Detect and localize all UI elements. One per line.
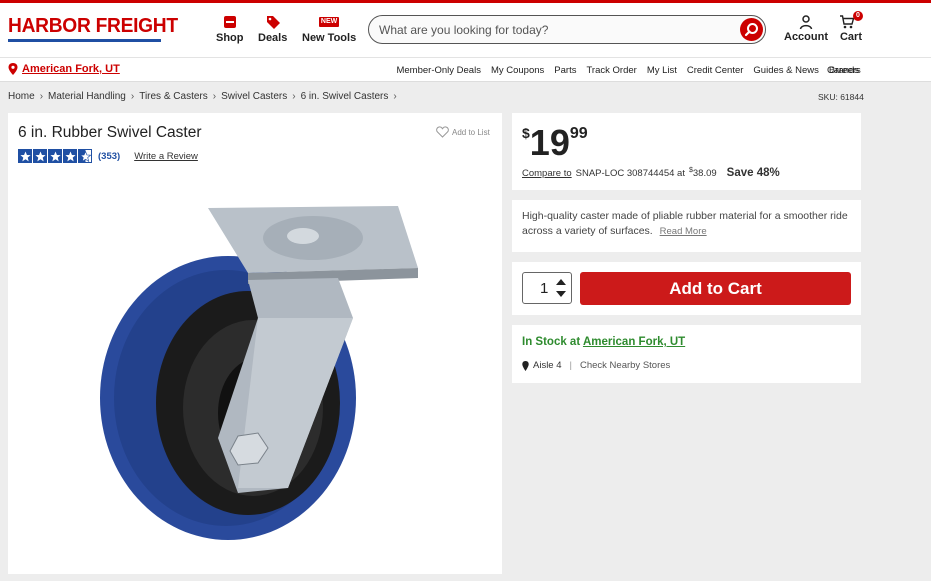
breadcrumb-home[interactable]: Home (8, 91, 35, 102)
search-bar[interactable]: What are you looking for today? (368, 15, 766, 44)
price-cents: 99 (569, 125, 588, 142)
price-currency: $ (522, 125, 530, 141)
account-icon (799, 15, 813, 30)
star-icon (48, 149, 62, 163)
stock-store-link[interactable]: American Fork, UT (583, 336, 685, 348)
compare-price: $38.09 (689, 167, 717, 179)
link-member-only-deals[interactable]: Member-Only Deals (396, 65, 480, 76)
location-pin-icon (522, 360, 529, 371)
star-icon (18, 149, 32, 163)
breadcrumb-tires-casters[interactable]: Tires & Casters (139, 91, 208, 102)
rating-count[interactable]: (353) (98, 151, 120, 162)
deals-button[interactable]: Deals (258, 14, 287, 44)
logo-underline (8, 39, 161, 42)
cart-count-badge: 0 (853, 11, 863, 21)
logo-text: HARBOR FREIGHT (8, 15, 178, 37)
search-button[interactable] (740, 18, 763, 41)
price-box: $1999 Compare to SNAP-LOC 308744454 at $… (512, 113, 861, 190)
site-header: HARBOR FREIGHT Shop Deals NEW New Tools … (0, 3, 931, 57)
product-card: 6 in. Rubber Swivel Caster Add to List (… (8, 113, 502, 574)
breadcrumb-material-handling[interactable]: Material Handling (48, 91, 126, 102)
breadcrumb-6in-swivel-casters[interactable]: 6 in. Swivel Casters (301, 91, 389, 102)
purchase-box: 1 Add to Cart (512, 262, 861, 315)
save-percentage: Save 48% (726, 167, 780, 180)
quantity-stepper[interactable]: 1 (522, 272, 572, 304)
write-review-link[interactable]: Write a Review (134, 151, 198, 162)
cart-label: Cart (839, 31, 862, 43)
store-name: American Fork, UT (22, 63, 120, 75)
shop-icon (223, 16, 236, 28)
shop-label: Shop (216, 32, 244, 44)
add-to-list-label: Add to List (452, 127, 490, 137)
add-to-cart-button[interactable]: Add to Cart (580, 272, 851, 305)
add-to-list-button[interactable]: Add to List (436, 126, 490, 138)
product-title: 6 in. Rubber Swivel Caster (18, 124, 202, 141)
sub-navigation: American Fork, UT Member-Only Deals My C… (0, 57, 931, 82)
chevron-right-icon: › (393, 91, 397, 102)
heart-icon (436, 126, 449, 138)
aisle-label: Aisle 4 (533, 360, 562, 371)
logo[interactable]: HARBOR FREIGHT (8, 15, 178, 42)
stock-status: In Stock at American Fork, UT (522, 336, 685, 348)
search-input[interactable]: What are you looking for today? (379, 23, 548, 37)
account-button[interactable]: Account (784, 14, 828, 43)
link-parts[interactable]: Parts (554, 65, 576, 76)
link-credit-center[interactable]: Credit Center (687, 65, 744, 76)
star-rating[interactable] (18, 149, 92, 163)
stock-box: In Stock at American Fork, UT Aisle 4 | … (512, 325, 861, 383)
new-tools-label: New Tools (302, 32, 357, 44)
my-store-link[interactable]: American Fork, UT (8, 63, 120, 75)
deals-label: Deals (258, 32, 288, 44)
account-label: Account (784, 31, 828, 43)
link-my-list[interactable]: My List (647, 65, 677, 76)
chevron-right-icon: › (212, 91, 217, 102)
compare-text: SNAP-LOC 308744454 at (575, 168, 685, 180)
new-tools-button[interactable]: NEW New Tools (302, 14, 356, 44)
star-icon (33, 149, 47, 163)
new-badge-icon: NEW (302, 14, 356, 30)
star-icon (63, 149, 77, 163)
compare-row: Compare to SNAP-LOC 308744454 at $38.09 … (522, 167, 780, 179)
compare-to-link[interactable]: Compare to (522, 168, 572, 179)
sku-label: SKU: 61844 (818, 92, 864, 102)
stock-status-label: In Stock at (522, 336, 581, 348)
chevron-right-icon: › (292, 91, 296, 102)
link-my-coupons[interactable]: My Coupons (491, 65, 544, 76)
chevron-right-icon: › (130, 91, 135, 102)
cart-button[interactable]: 0 Cart (839, 11, 863, 43)
utility-links: Member-Only Deals My Coupons Parts Track… (396, 65, 859, 76)
compare-amount: 38.09 (692, 168, 717, 180)
chevron-right-icon: › (39, 91, 44, 102)
quantity-value[interactable]: 1 (540, 280, 548, 297)
tag-icon (266, 16, 280, 29)
shop-button[interactable]: Shop (216, 14, 244, 44)
price-whole: 19 (529, 122, 570, 163)
location-pin-icon (8, 63, 18, 75)
search-icon (744, 23, 758, 37)
new-badge: NEW (318, 17, 340, 27)
price: $1999 (522, 123, 588, 163)
divider: | (569, 360, 572, 371)
link-track-order[interactable]: Track Order (586, 65, 636, 76)
aisle-row: Aisle 4 | Check Nearby Stores (522, 360, 670, 371)
read-more-link[interactable]: Read More (660, 226, 707, 237)
stepper-arrows-icon[interactable] (554, 275, 568, 301)
rating-row: (353) Write a Review (18, 149, 198, 163)
breadcrumb-swivel-casters[interactable]: Swivel Casters (221, 91, 287, 102)
product-image[interactable] (98, 198, 428, 543)
link-careers[interactable]: Careers (827, 65, 861, 76)
check-nearby-stores-link[interactable]: Check Nearby Stores (580, 360, 670, 371)
half-star-icon (78, 149, 92, 163)
description-box: High-quality caster made of pliable rubb… (512, 200, 861, 252)
link-guides-news[interactable]: Guides & News (753, 65, 818, 76)
breadcrumb: Home › Material Handling › Tires & Caste… (8, 91, 397, 102)
